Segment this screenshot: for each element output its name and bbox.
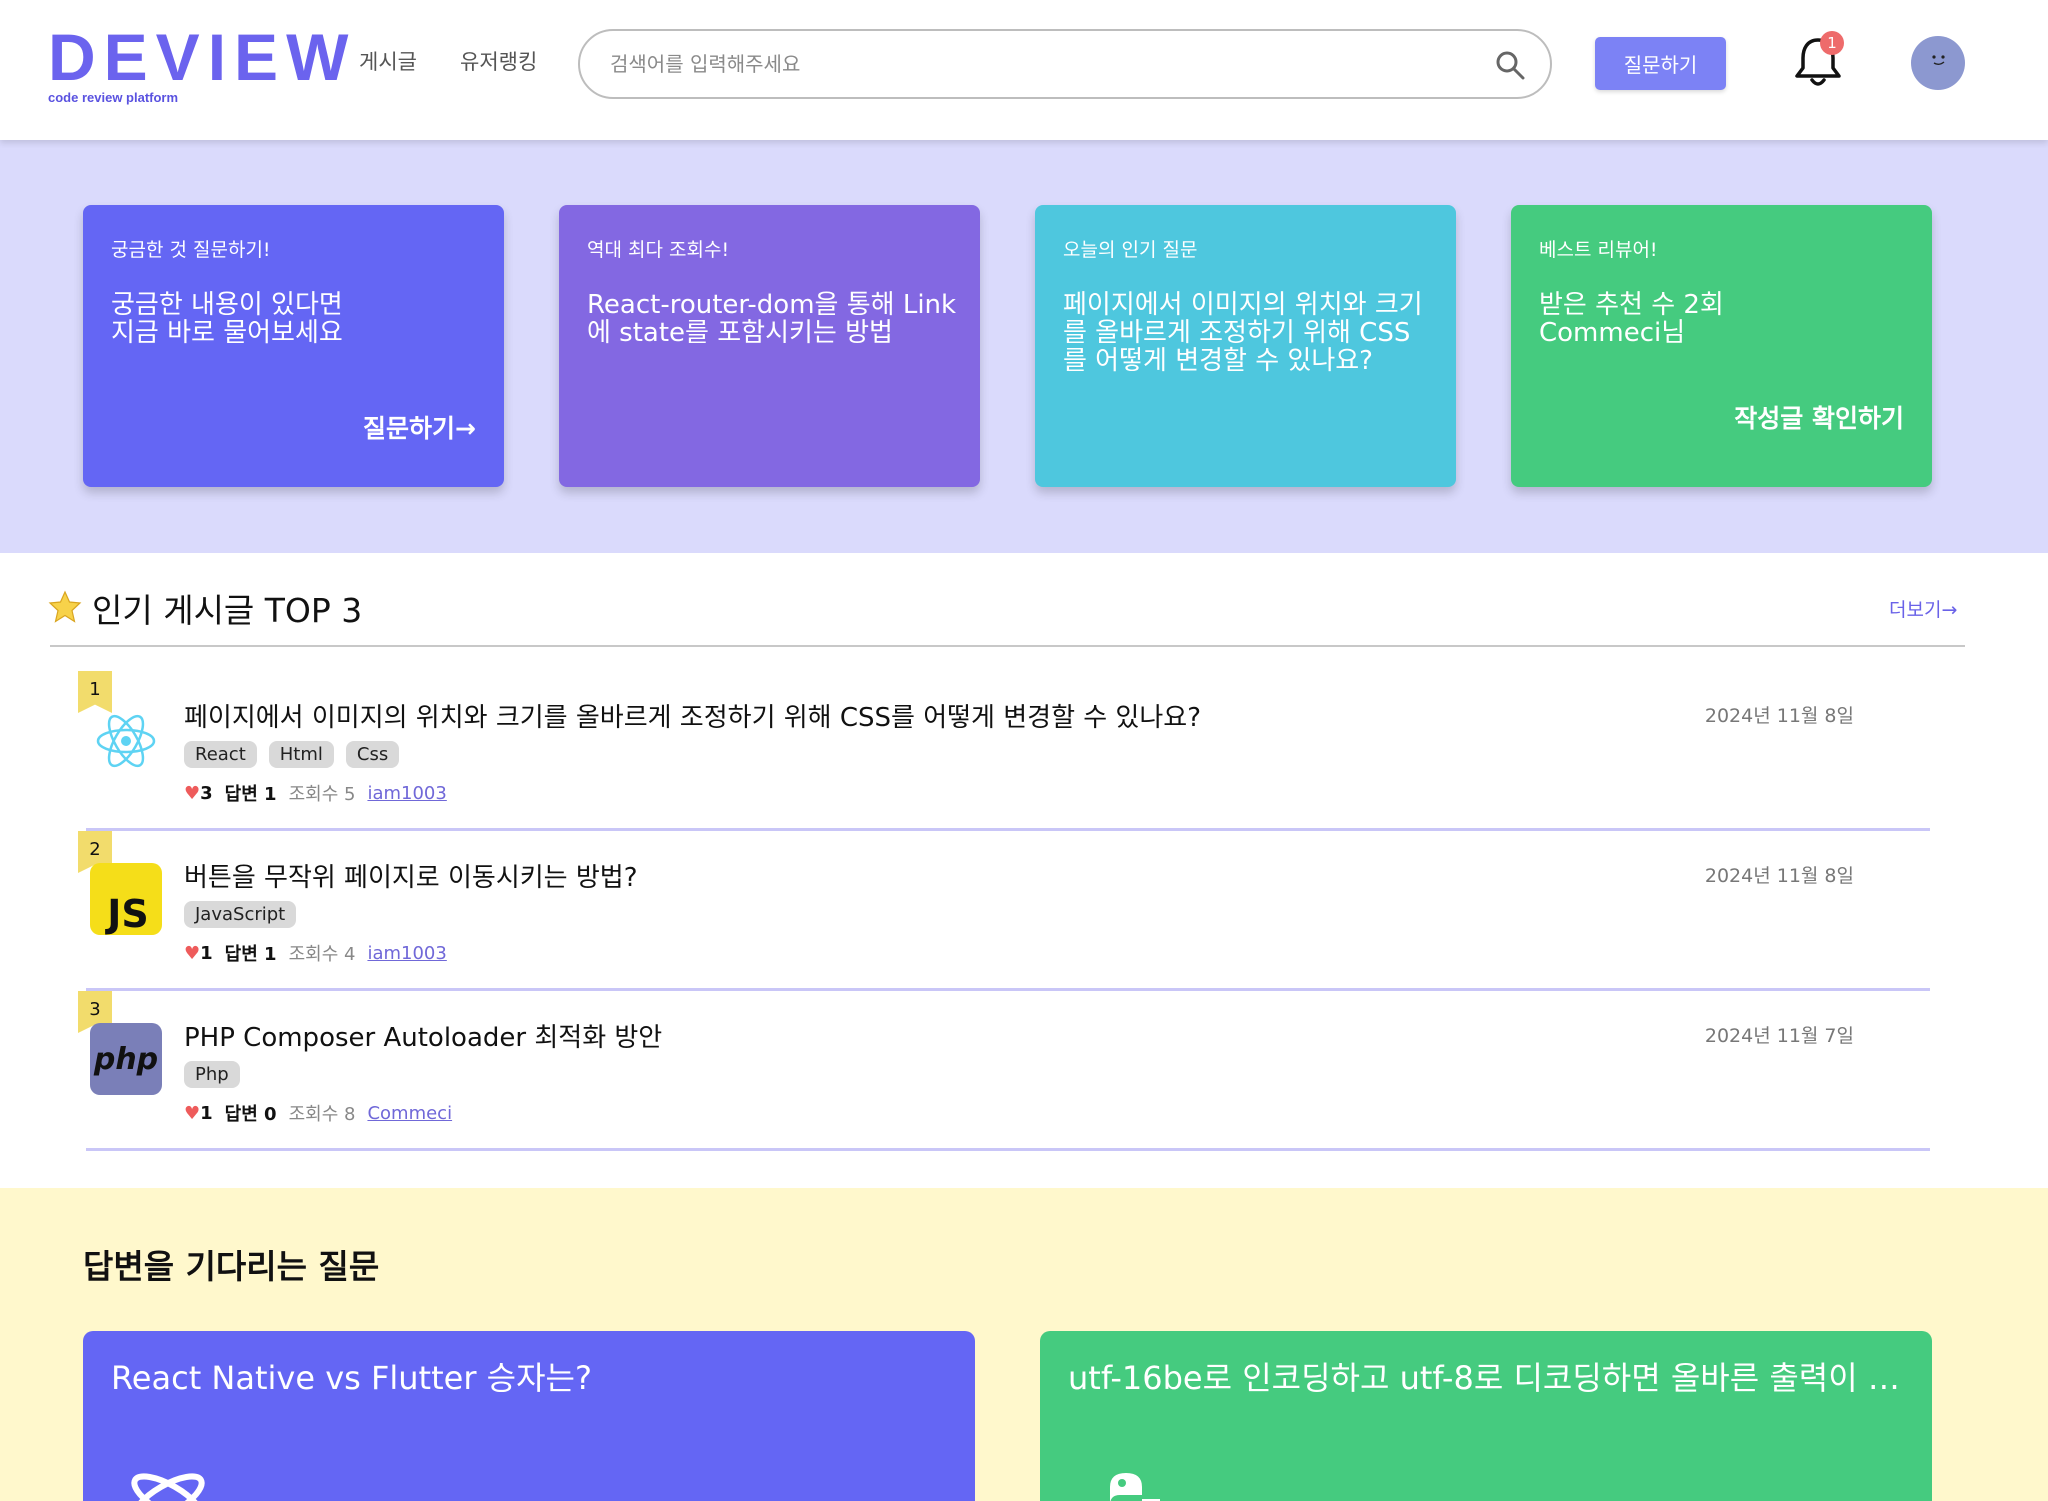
tag-list: Php [184, 1061, 240, 1088]
popular-post[interactable]: 3 php PHP Composer Autoloader 최적화 방안 202… [74, 991, 1930, 1151]
avatar-face-icon [1932, 55, 1945, 65]
more-link[interactable]: 더보기→ [1889, 595, 1957, 622]
nav-posts-link[interactable]: 게시글 [359, 46, 417, 76]
python-icon [1110, 1473, 1160, 1501]
post-title[interactable]: 버튼을 무작위 페이지로 이동시키는 방법? [184, 857, 638, 894]
waiting-question-card[interactable]: utf-16be로 인코딩하고 utf-8로 디코딩하면 올바른 출력이 인쇄되… [1040, 1331, 1932, 1501]
heart-icon: ♥ [184, 942, 201, 964]
card-label: 궁금한 것 질문하기! [111, 239, 271, 261]
card-cta-link[interactable]: 질문하기→ [363, 409, 476, 445]
search-bar [578, 29, 1552, 99]
author-link[interactable]: Commeci [367, 1103, 452, 1124]
hero-card-today-popular[interactable]: 오늘의 인기 질문 페이지에서 이미지의 위치와 크기를 올바르게 조정하기 위… [1035, 205, 1456, 487]
view-count: 조회수 4 [288, 944, 356, 965]
react-native-icon [131, 1473, 205, 1501]
like-count: ♥1 [184, 1102, 213, 1124]
card-body: 받은 추천 수 2회 Commeci님 [1539, 290, 1724, 348]
question-title: React Native vs Flutter 승자는? [111, 1359, 592, 1397]
search-input[interactable] [610, 47, 1430, 81]
heart-icon: ♥ [184, 1102, 201, 1124]
top-header: DEVIEW code review platform 게시글 유저랭킹 질문하… [0, 0, 2048, 140]
hero-card-most-viewed[interactable]: 역대 최다 조회수! React-router-dom을 통해 Link에 st… [559, 205, 980, 487]
answer-count: 답변 1 [224, 784, 277, 805]
card-label: 베스트 리뷰어! [1539, 239, 1658, 261]
svg-text:php: php [93, 1042, 158, 1077]
tag-chip[interactable]: Css [345, 741, 400, 768]
post-meta: ♥1 답변 1 조회수 4 iam1003 [184, 940, 447, 966]
tag-chip[interactable]: JavaScript [184, 901, 297, 928]
card-label: 오늘의 인기 질문 [1063, 239, 1198, 261]
post-title[interactable]: PHP Composer Autoloader 최적화 방안 [184, 1017, 662, 1054]
hero-card-best-reviewer[interactable]: 베스트 리뷰어! 받은 추천 수 2회 Commeci님 작성글 확인하기 [1511, 205, 1932, 487]
card-cta-link[interactable]: 작성글 확인하기 [1734, 399, 1904, 435]
post-meta: ♥3 답변 1 조회수 5 iam1003 [184, 780, 447, 806]
tag-list: React Html Css [184, 741, 400, 768]
ask-question-button[interactable]: 질문하기 [1595, 37, 1726, 90]
post-divider [86, 1148, 1930, 1151]
tag-list: JavaScript [184, 901, 297, 928]
author-link[interactable]: iam1003 [367, 943, 446, 964]
post-date: 2024년 11월 8일 [1704, 865, 1854, 887]
tag-chip[interactable]: Php [184, 1061, 240, 1088]
logo-wordmark: DEVIEW [48, 20, 357, 94]
post-date: 2024년 11월 8일 [1704, 705, 1854, 727]
post-title[interactable]: 페이지에서 이미지의 위치와 크기를 올바르게 조정하기 위해 CSS를 어떻게… [184, 697, 1201, 734]
post-meta: ♥1 답변 0 조회수 8 Commeci [184, 1100, 452, 1126]
react-icon [96, 714, 156, 768]
notification-badge: 1 [1820, 31, 1844, 55]
php-icon: php [90, 1023, 162, 1095]
like-count: ♥3 [184, 782, 213, 804]
card-body: React-router-dom을 통해 Link에 state를 포함시키는 … [587, 290, 957, 348]
search-icon[interactable] [1494, 49, 1526, 81]
post-date: 2024년 11월 7일 [1704, 1025, 1854, 1047]
tag-chip[interactable]: React [184, 741, 257, 768]
author-link[interactable]: iam1003 [367, 783, 446, 804]
svg-text:JS: JS [104, 892, 149, 936]
section-divider [50, 645, 1965, 647]
popular-post[interactable]: 1 페이지에서 이미지의 위치와 크기를 올바르게 조정하기 위해 CSS를 어… [74, 671, 1930, 831]
like-count: ♥1 [184, 942, 213, 964]
card-body: 페이지에서 이미지의 위치와 크기를 올바르게 조정하기 위해 CSS를 어떻게… [1063, 290, 1423, 376]
question-title: utf-16be로 인코딩하고 utf-8로 디코딩하면 올바른 출력이 인쇄되… [1068, 1359, 1908, 1397]
view-count: 조회수 5 [288, 784, 356, 805]
view-count: 조회수 8 [288, 1104, 356, 1125]
waiting-section-title: 답변을 기다리는 질문 [83, 1247, 380, 1286]
javascript-icon: JS [90, 863, 162, 936]
tag-chip[interactable]: Html [268, 741, 334, 768]
popular-section-title: 인기 게시글 TOP 3 [92, 591, 363, 630]
star-icon [48, 590, 82, 623]
waiting-questions-section: 답변을 기다리는 질문 React Native vs Flutter 승자는?… [0, 1188, 2048, 1501]
card-body: 궁금한 내용이 있다면 지금 바로 물어보세요 [111, 290, 343, 348]
answer-count: 답변 1 [224, 944, 277, 965]
heart-icon: ♥ [184, 782, 201, 804]
nav-user-ranking-link[interactable]: 유저랭킹 [460, 46, 537, 76]
answer-count: 답변 0 [224, 1104, 277, 1125]
card-label: 역대 최다 조회수! [587, 239, 730, 261]
hero-section: 궁금한 것 질문하기! 궁금한 내용이 있다면 지금 바로 물어보세요 질문하기… [0, 140, 2048, 553]
logo[interactable]: DEVIEW code review platform [48, 24, 356, 105]
user-avatar[interactable] [1911, 36, 1965, 90]
hero-card-ask[interactable]: 궁금한 것 질문하기! 궁금한 내용이 있다면 지금 바로 물어보세요 질문하기… [83, 205, 504, 487]
waiting-question-card[interactable]: React Native vs Flutter 승자는? [83, 1331, 975, 1501]
popular-post[interactable]: 2 JS 버튼을 무작위 페이지로 이동시키는 방법? 2024년 11월 8일… [74, 831, 1930, 991]
